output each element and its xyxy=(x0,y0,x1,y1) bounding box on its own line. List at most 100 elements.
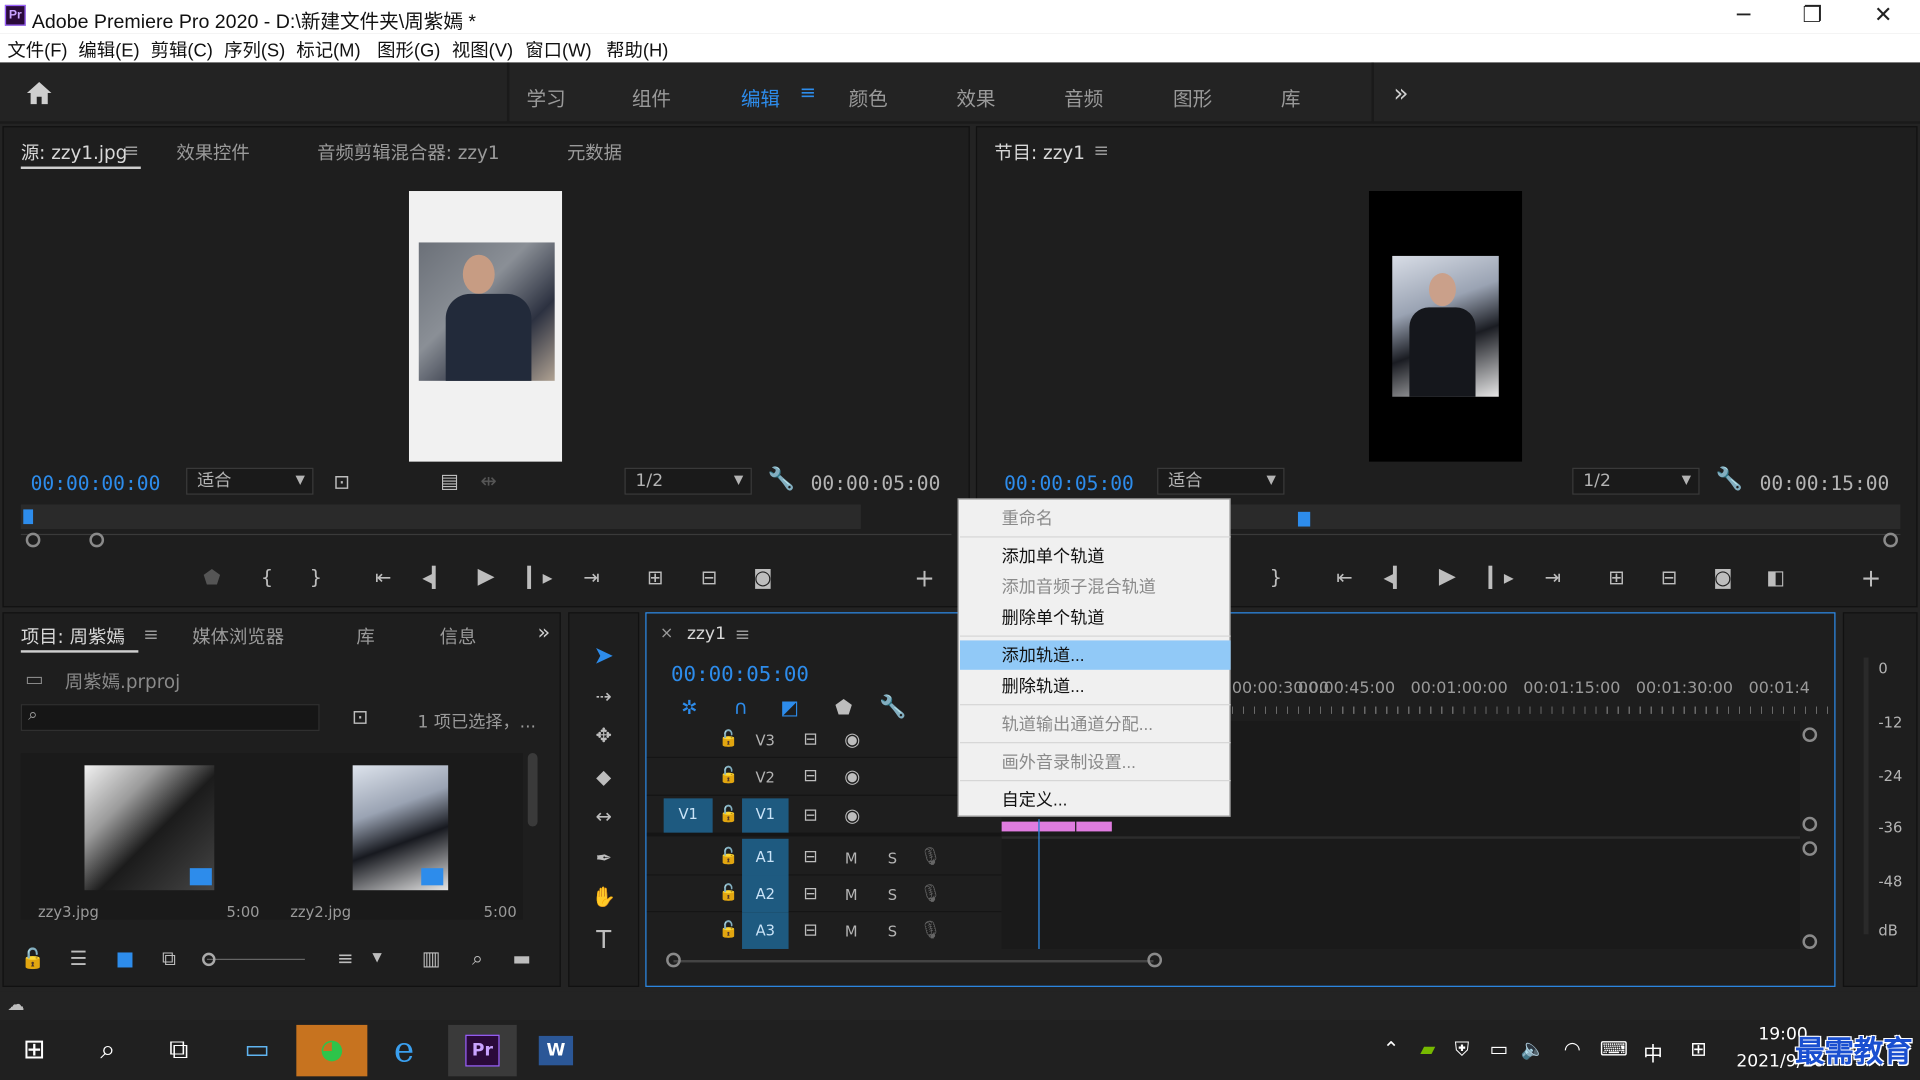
menu-item-rename[interactable]: 重命名 xyxy=(960,503,1231,532)
workspace-audio[interactable]: 音频 xyxy=(1064,82,1103,111)
menu-item-track-output-mapping[interactable]: 轨道输出通道分配... xyxy=(960,709,1231,738)
lock-icon[interactable]: 🔓 xyxy=(718,882,740,906)
zoom-handle-left[interactable] xyxy=(25,532,41,548)
sort-icon[interactable]: ≡ xyxy=(332,947,359,971)
tab-audio-clip-mixer[interactable]: 音频剪辑混合器: zzy1 xyxy=(317,140,499,166)
tab-libraries[interactable]: 库 xyxy=(356,623,374,649)
panel-overflow-icon[interactable]: » xyxy=(538,621,551,645)
track-header-a2[interactable]: 🔓 A2 ⊟ M S 🎙 xyxy=(646,875,1002,913)
menu-clip[interactable]: 剪辑(C) xyxy=(151,37,213,63)
internet-explorer-icon[interactable]: e xyxy=(375,1025,434,1076)
source-fit-select[interactable]: 适合 ▼ xyxy=(186,467,314,495)
track-select-tool-icon[interactable]: ⇢ xyxy=(589,684,618,708)
zoom-slider-handle[interactable] xyxy=(202,952,216,967)
close-sequence-icon[interactable]: × xyxy=(660,624,673,642)
microphone-icon[interactable]: 🎙 xyxy=(918,845,942,869)
restore-icon[interactable]: ❐ xyxy=(1788,2,1837,29)
workspace-effects[interactable]: 效果 xyxy=(956,82,995,111)
menu-sequence[interactable]: 序列(S) xyxy=(224,37,285,63)
project-item[interactable]: zzy2.jpg 5:00 xyxy=(278,753,523,921)
menu-marker[interactable]: 标记(M) xyxy=(296,37,360,63)
program-resolution-select[interactable]: 1/2 ▼ xyxy=(1572,467,1700,495)
thumbnail-zzy3[interactable] xyxy=(84,765,215,891)
camera-icon[interactable]: ◙ xyxy=(748,566,777,590)
clip-zzy1[interactable] xyxy=(1001,821,1039,832)
menu-graphics[interactable]: 图形(G) xyxy=(377,37,440,63)
wechat-icon[interactable]: ◕ xyxy=(296,1024,368,1077)
program-panel-menu-icon[interactable]: ≡ xyxy=(1093,140,1108,162)
go-to-out-icon[interactable]: ⇥ xyxy=(1538,566,1567,590)
workspace-menu-icon[interactable]: ≡ xyxy=(800,81,816,104)
home-icon[interactable] xyxy=(24,80,53,107)
project-panel-menu-icon[interactable]: ≡ xyxy=(143,623,158,645)
mark-in-icon[interactable]: { xyxy=(255,566,279,590)
program-fit-select[interactable]: 适合 ▼ xyxy=(1157,467,1285,495)
freeform-view-icon[interactable]: ⧉ xyxy=(156,947,183,971)
playhead-line[interactable] xyxy=(1038,819,1040,949)
tab-source[interactable]: 源: zzy1.jpg xyxy=(21,140,127,166)
play-icon[interactable]: ▶ xyxy=(471,564,500,588)
battery-icon[interactable]: ▭ xyxy=(1487,1037,1511,1061)
track-target-a3[interactable]: A3 xyxy=(742,912,789,949)
menu-item-delete-tracks[interactable]: 删除轨道... xyxy=(960,671,1231,700)
zoom-handle-right[interactable] xyxy=(1147,952,1163,968)
workspace-overflow-icon[interactable]: » xyxy=(1393,78,1408,107)
overwrite-icon[interactable]: ⊟ xyxy=(694,566,723,590)
tab-effect-controls[interactable]: 效果控件 xyxy=(176,140,249,166)
chevron-up-icon[interactable]: ⌃ xyxy=(1379,1037,1403,1061)
lock-icon[interactable]: 🔓 xyxy=(718,918,740,942)
mute-button[interactable]: M xyxy=(845,850,858,867)
track-header-a1[interactable]: 🔓 A1 ⊟ M S 🎙 xyxy=(646,838,1002,876)
microphone-icon[interactable]: 🎙 xyxy=(918,882,942,906)
tab-project[interactable]: 项目: 周紫嫣 xyxy=(21,623,125,649)
icon-view-icon[interactable]: ■ xyxy=(111,947,138,971)
mute-button[interactable]: M xyxy=(845,923,858,940)
add-marker-icon[interactable]: ⬟ xyxy=(200,566,224,590)
audio-scroll-handle-bottom[interactable] xyxy=(1802,934,1818,949)
menu-item-voiceover-settings[interactable]: 画外音录制设置... xyxy=(960,747,1231,776)
workspace-graphics[interactable]: 图形 xyxy=(1173,82,1212,111)
wrench-icon[interactable]: 🔧 xyxy=(1716,467,1743,492)
source-time-ruler[interactable] xyxy=(20,504,861,529)
automate-to-sequence-icon[interactable]: ▥ xyxy=(418,947,445,971)
search-input[interactable]: ⌕ xyxy=(20,704,320,732)
wrench-icon[interactable]: 🔧 xyxy=(879,695,906,720)
track-header-v3[interactable]: 🔓 V3 ⊟ ◉ xyxy=(646,721,1002,758)
zoom-handle-left[interactable] xyxy=(666,952,681,968)
timeline-zoom-scroller[interactable] xyxy=(673,960,1154,963)
mark-out-icon[interactable]: } xyxy=(1264,566,1288,590)
ripple-edit-tool-icon[interactable]: ✥ xyxy=(589,724,618,748)
menu-help[interactable]: 帮助(H) xyxy=(606,37,668,63)
sync-lock-icon[interactable]: ⊟ xyxy=(798,918,822,942)
track-header-a3[interactable]: 🔓 A3 ⊟ M S 🎙 xyxy=(647,912,1002,949)
go-to-in-icon[interactable]: ⇤ xyxy=(369,566,398,590)
sequence-tab[interactable]: zzy1 xyxy=(687,624,726,644)
solo-button[interactable]: S xyxy=(888,923,897,940)
workspace-assembly[interactable]: 组件 xyxy=(632,82,671,111)
plus-icon[interactable]: + xyxy=(1856,566,1885,590)
compare-view-icon[interactable]: ◧ xyxy=(1761,566,1790,590)
volume-icon[interactable]: 🔈 xyxy=(1521,1037,1545,1061)
pen-tool-icon[interactable]: ✒ xyxy=(589,846,618,870)
playhead-marker[interactable] xyxy=(23,509,34,525)
tab-metadata[interactable]: 元数据 xyxy=(567,140,622,166)
step-back-icon[interactable]: ◂▎ xyxy=(420,566,449,590)
timeline-timecode[interactable]: 00:00:05:00 xyxy=(671,662,809,686)
selection-tool-icon[interactable]: ➤ xyxy=(589,643,618,667)
menu-edit[interactable]: 编辑(E) xyxy=(78,37,139,63)
task-view-icon[interactable]: ⧉ xyxy=(149,1025,208,1076)
video-scroll-handle-bottom[interactable] xyxy=(1802,816,1818,832)
menu-item-add-audio-submix-track[interactable]: 添加音频子混合轨道 xyxy=(960,572,1231,601)
extract-icon[interactable]: ⊟ xyxy=(1654,566,1683,590)
eye-icon[interactable]: ◉ xyxy=(840,764,864,788)
windows-start-icon[interactable]: ⊞ xyxy=(5,1025,64,1076)
tab-media-browser[interactable]: 媒体浏览器 xyxy=(192,623,284,649)
list-view-icon[interactable]: ☰ xyxy=(65,947,92,971)
eye-icon[interactable]: ◉ xyxy=(840,727,864,751)
zoom-slider-track[interactable] xyxy=(206,958,305,961)
safe-margins-icon[interactable]: ⊡ xyxy=(329,470,353,494)
timeline-menu-icon[interactable]: ≡ xyxy=(735,623,750,645)
workspace-editing[interactable]: 编辑 xyxy=(741,82,780,111)
type-tool-icon[interactable]: T xyxy=(589,927,618,951)
drag-audio-icon[interactable]: ⇹ xyxy=(476,469,500,493)
